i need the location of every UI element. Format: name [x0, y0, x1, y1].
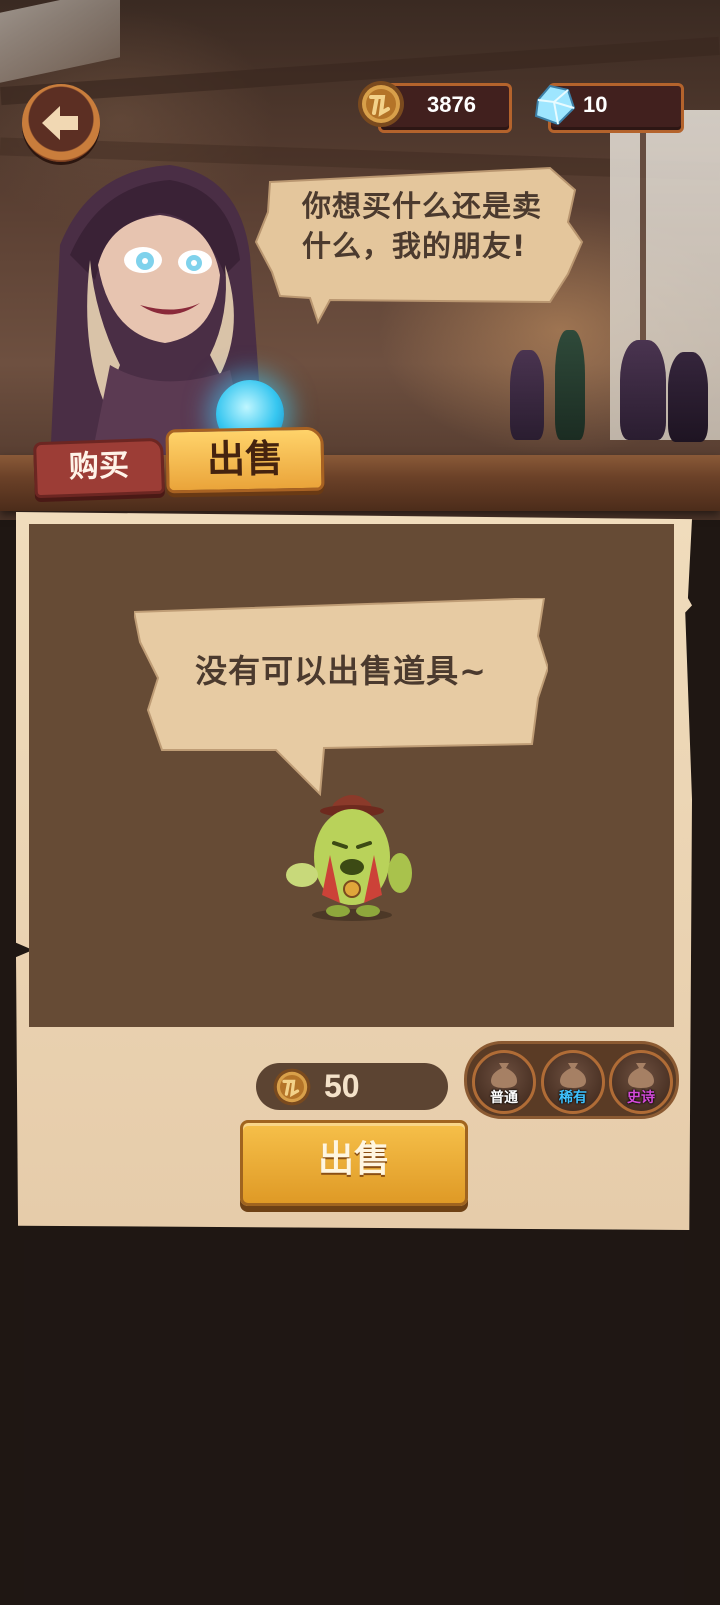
coin-count: 3876	[427, 92, 476, 117]
empty-message-note: 没有可以出售道具~	[134, 598, 548, 798]
rarity-filter-rare[interactable]: 稀有	[541, 1050, 605, 1114]
diamond-icon	[534, 84, 576, 126]
rarity-label-rare: 稀有	[559, 1090, 587, 1106]
cactus-mascot	[286, 795, 412, 921]
shopkeeper-speech-text: 你想买什么还是卖什么，我的朋友!	[302, 189, 543, 263]
bottle	[668, 352, 708, 442]
tab-buy[interactable]: 购买	[33, 437, 165, 499]
arrow-left-icon	[42, 106, 78, 140]
bottle	[620, 340, 666, 440]
rarity-label-epic: 史诗	[627, 1090, 655, 1106]
bottle	[510, 350, 544, 440]
sack-icon	[491, 1063, 517, 1088]
back-button[interactable]	[22, 84, 100, 162]
coin-icon	[358, 81, 404, 127]
coin-icon	[273, 1068, 311, 1106]
lower-background	[24, 1240, 684, 1605]
sell-button[interactable]: 出售	[240, 1120, 468, 1206]
sack-icon	[560, 1063, 586, 1088]
empty-message-text: 没有可以出售道具~	[195, 652, 487, 690]
bottle	[555, 330, 585, 440]
rarity-filter-tray: 普通 稀有 史诗	[464, 1041, 679, 1119]
sell-price: 50	[256, 1063, 448, 1110]
rarity-filter-epic[interactable]: 史诗	[609, 1050, 673, 1114]
tab-sell[interactable]: 出售	[165, 426, 325, 494]
shopkeeper-speech-bubble: 你想买什么还是卖什么，我的朋友!	[250, 162, 590, 325]
gem-count: 10	[583, 92, 608, 117]
sell-price-value: 50	[324, 1068, 360, 1104]
rarity-filter-common[interactable]: 普通	[472, 1050, 536, 1114]
rarity-label-common: 普通	[490, 1090, 518, 1106]
sack-icon	[628, 1063, 654, 1088]
skylight	[0, 0, 120, 83]
